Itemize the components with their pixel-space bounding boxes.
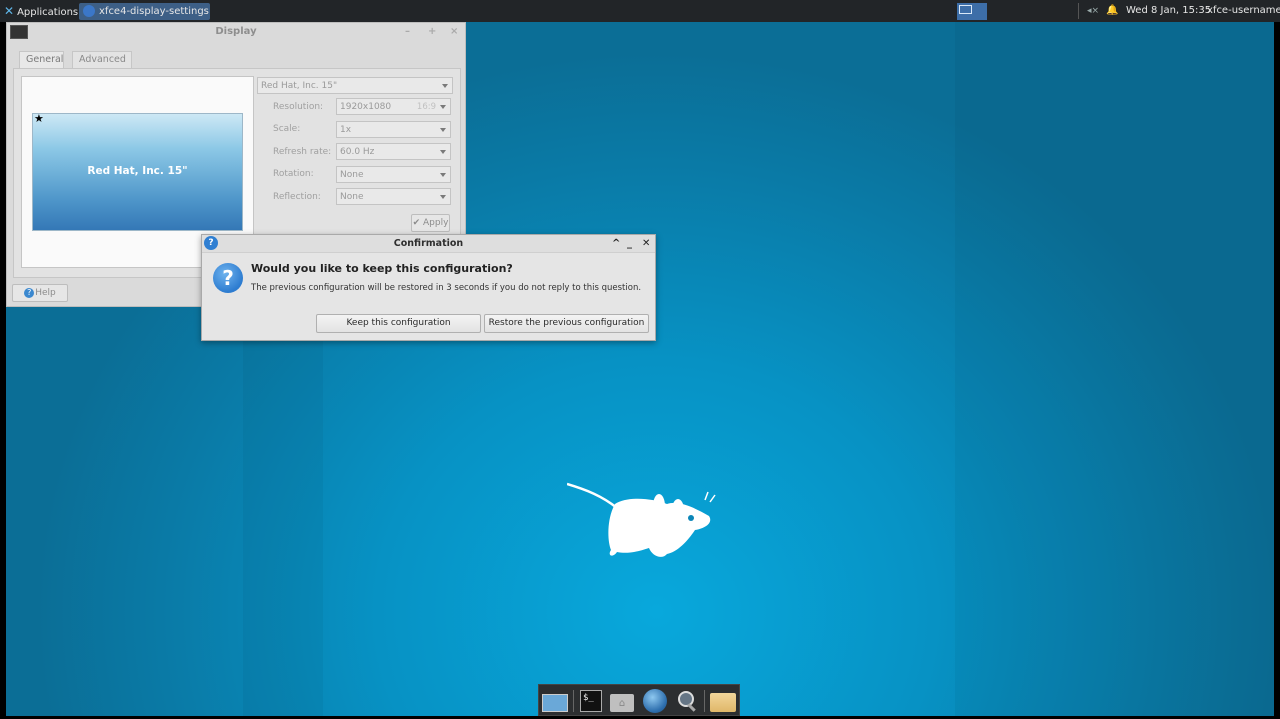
panel-separator	[1078, 3, 1079, 19]
xfce-logo-icon: ✕	[4, 4, 15, 18]
applications-label: Applications	[17, 7, 79, 18]
resolution-label: Resolution:	[273, 102, 324, 112]
chevron-down-icon	[440, 173, 446, 177]
bottom-dock: $_ ⌂	[538, 684, 740, 716]
dialog-message: The previous configuration will be resto…	[251, 283, 642, 293]
xfce-mouse-logo-icon	[567, 482, 716, 557]
checkmark-icon: ✔	[412, 218, 421, 228]
output-select[interactable]: Red Hat, Inc. 15"	[257, 77, 453, 94]
taskbar-item-label: xfce4-display-settings	[99, 6, 209, 17]
rotation-label: Rotation:	[273, 169, 314, 179]
refresh-rate-select[interactable]: 60.0 Hz	[336, 143, 451, 160]
output-select-value: Red Hat, Inc. 15"	[261, 81, 338, 91]
workspace-switcher-icon	[959, 5, 972, 14]
tab-advanced[interactable]: Advanced	[72, 51, 132, 68]
volume-muted-icon[interactable]: ◂×	[1087, 0, 1099, 22]
close-button[interactable]: ✕	[642, 235, 650, 252]
reflection-label: Reflection:	[273, 192, 321, 202]
resolution-value: 1920x1080	[340, 102, 392, 112]
file-manager-icon	[710, 693, 736, 712]
scale-value: 1x	[340, 125, 352, 135]
terminal-launcher[interactable]: $_	[579, 688, 605, 714]
web-browser-icon	[643, 689, 667, 713]
apply-label: Apply	[423, 218, 449, 228]
dialog-heading: Would you like to keep this configuratio…	[251, 262, 513, 275]
file-manager-launcher[interactable]	[709, 688, 736, 714]
user-menu[interactable]: xfce-username	[1207, 0, 1280, 22]
help-button[interactable]: ? Help	[12, 284, 68, 302]
chevron-down-icon	[442, 84, 448, 88]
wallpaper-band	[955, 22, 1274, 716]
web-browser-launcher[interactable]	[642, 688, 668, 714]
question-icon: ?	[204, 236, 218, 250]
scale-select[interactable]: 1x	[336, 121, 451, 138]
reflection-value: None	[340, 192, 364, 202]
show-desktop-button[interactable]	[541, 688, 568, 714]
minimize-button[interactable]: _	[627, 235, 632, 252]
top-panel: ✕ Applications xfce4-display-settings ◂× …	[0, 0, 1280, 22]
maximize-button[interactable]: +	[428, 23, 436, 41]
chevron-down-icon	[440, 128, 446, 132]
question-icon: ?	[213, 263, 243, 293]
monitor-preview[interactable]: ★ Red Hat, Inc. 15"	[32, 112, 243, 231]
restore-configuration-button[interactable]: Restore the previous configuration	[484, 314, 649, 333]
apply-button[interactable]: ✔ Apply	[411, 214, 450, 232]
window-title: Display	[215, 26, 257, 37]
help-label: Help	[35, 288, 56, 298]
applications-menu-button[interactable]: ✕ Applications	[4, 0, 78, 22]
tab-general[interactable]: General	[19, 51, 64, 69]
home-folder-launcher[interactable]: ⌂	[609, 688, 635, 714]
close-button[interactable]: ×	[450, 23, 458, 41]
taskbar-item-display-settings[interactable]: xfce4-display-settings	[79, 3, 210, 20]
rotation-select[interactable]: None	[336, 166, 451, 183]
keep-configuration-button[interactable]: Keep this configuration	[316, 314, 481, 333]
display-window-icon	[10, 25, 28, 39]
dialog-title: Confirmation	[393, 238, 464, 249]
dock-separator	[573, 690, 574, 712]
help-icon: ?	[24, 287, 35, 298]
chevron-down-icon	[440, 150, 446, 154]
terminal-icon: $_	[580, 690, 602, 712]
workspace-switcher[interactable]	[957, 3, 987, 20]
dialog-titlebar[interactable]: ? Confirmation ^ _ ✕	[202, 235, 655, 253]
app-finder-launcher[interactable]	[673, 688, 699, 714]
display-settings-icon	[83, 5, 95, 17]
rotation-value: None	[340, 170, 364, 180]
minimize-button[interactable]: –	[405, 23, 410, 41]
refresh-rate-value: 60.0 Hz	[340, 147, 375, 157]
resolution-select[interactable]: 1920x1080 16:9	[336, 98, 451, 115]
primary-display-star-icon: ★	[34, 112, 44, 125]
dock-separator	[704, 690, 705, 712]
monitor-preview-name: Red Hat, Inc. 15"	[87, 165, 188, 177]
window-titlebar[interactable]: Display – + ×	[7, 23, 465, 41]
reflection-select[interactable]: None	[336, 188, 451, 205]
bell-icon[interactable]: 🔔	[1106, 0, 1118, 22]
chevron-down-icon	[440, 195, 446, 199]
magnifier-handle	[687, 703, 696, 712]
aspect-ratio-label: 16:9	[416, 102, 436, 112]
home-folder-icon: ⌂	[610, 694, 634, 712]
refresh-rate-label: Refresh rate:	[273, 147, 332, 157]
show-desktop-icon	[542, 694, 568, 712]
scale-label: Scale:	[273, 124, 301, 134]
clock[interactable]: Wed 8 Jan, 15:35	[1126, 0, 1211, 22]
confirmation-dialog: ? Confirmation ^ _ ✕ ? Would you like to…	[201, 234, 656, 341]
shade-button[interactable]: ^	[612, 235, 620, 252]
chevron-down-icon	[440, 105, 446, 109]
